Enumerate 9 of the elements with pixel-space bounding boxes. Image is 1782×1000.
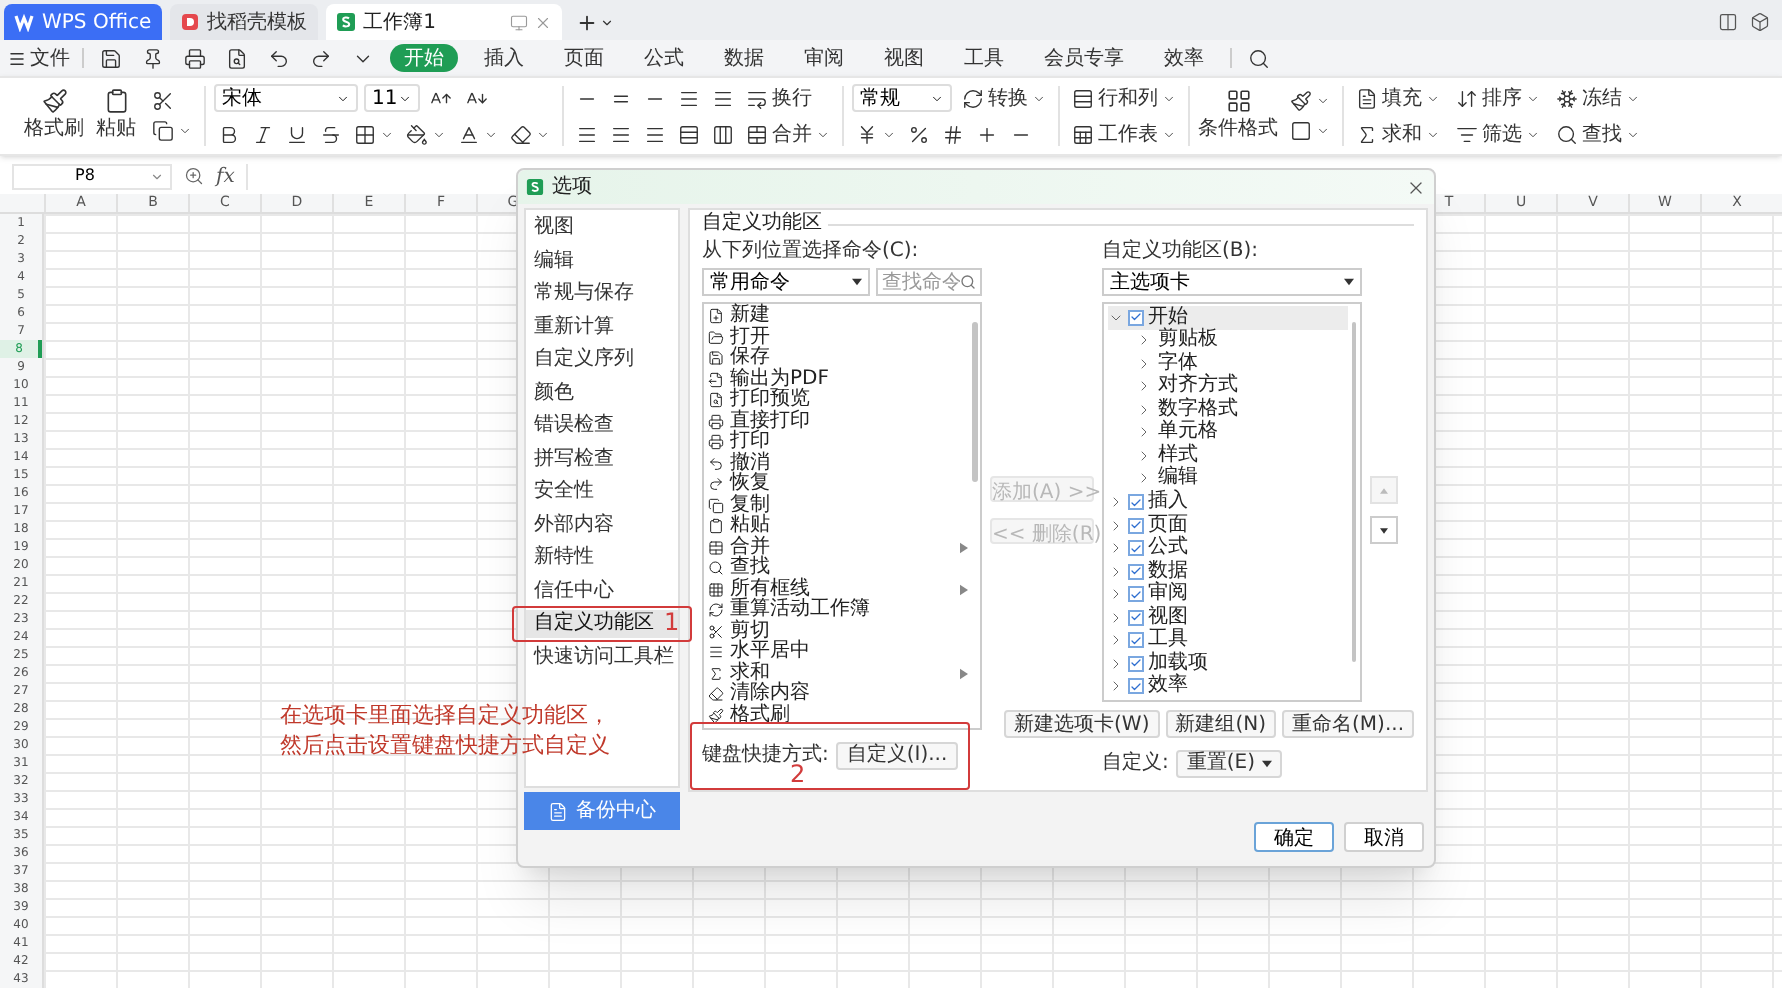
step-number: 2 [790,762,806,786]
instruction-note: 在选项卡里面选择自定义功能区，然后点击设置键盘快捷方式自定义 [280,700,612,760]
source-label: 从下列位置选择命令(C): [702,240,921,264]
target-label: 自定义功能区(B): [1102,240,1261,264]
step-number: 1 [664,610,680,634]
dialog-title: 选项 [552,173,592,202]
section-title: 自定义功能区 [702,212,822,236]
customize-label: 自定义: [1102,749,1169,778]
shortcut-label: 键盘快捷方式: [702,741,829,766]
